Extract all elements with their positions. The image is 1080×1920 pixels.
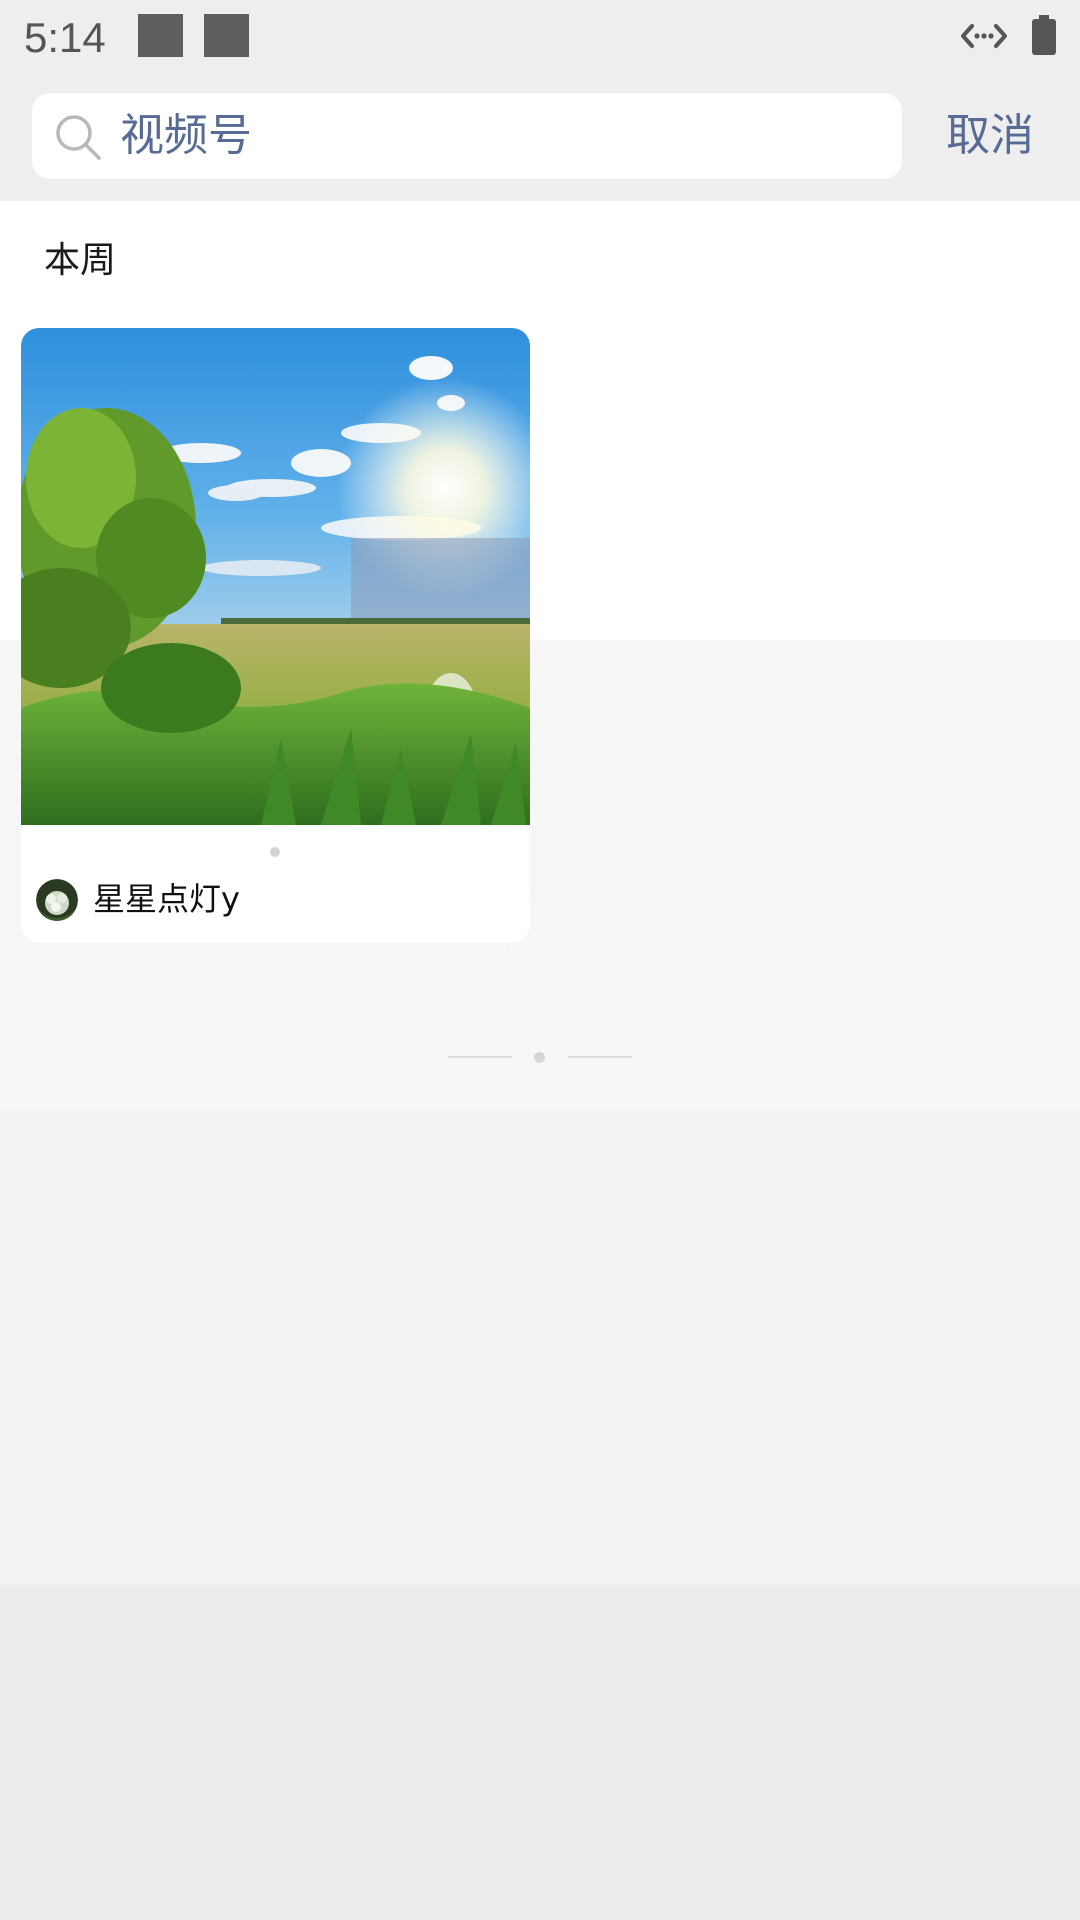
video-result-card[interactable]: 星星点灯y (21, 328, 530, 943)
end-of-list-indicator (448, 1050, 632, 1064)
data-transfer-icon (961, 24, 1007, 48)
author-name[interactable]: 星星点灯y (93, 875, 240, 923)
divider (568, 1056, 632, 1058)
search-input[interactable] (120, 93, 880, 179)
author-avatar[interactable] (36, 879, 78, 921)
search-box[interactable] (32, 93, 902, 179)
section-label-this-week: 本周 (44, 240, 117, 281)
end-dot (534, 1052, 545, 1063)
status-bar: 5:14 (0, 0, 1080, 75)
page-indicator-dot (270, 847, 280, 857)
notification-icon (204, 14, 249, 57)
search-icon (56, 115, 101, 160)
cancel-button[interactable]: 取消 (930, 93, 1050, 179)
notification-icon (138, 14, 183, 57)
battery-icon (1032, 15, 1056, 55)
search-header: 取消 (0, 75, 1080, 201)
divider (448, 1056, 512, 1058)
video-thumbnail (21, 328, 530, 825)
status-time: 5:14 (24, 14, 106, 61)
